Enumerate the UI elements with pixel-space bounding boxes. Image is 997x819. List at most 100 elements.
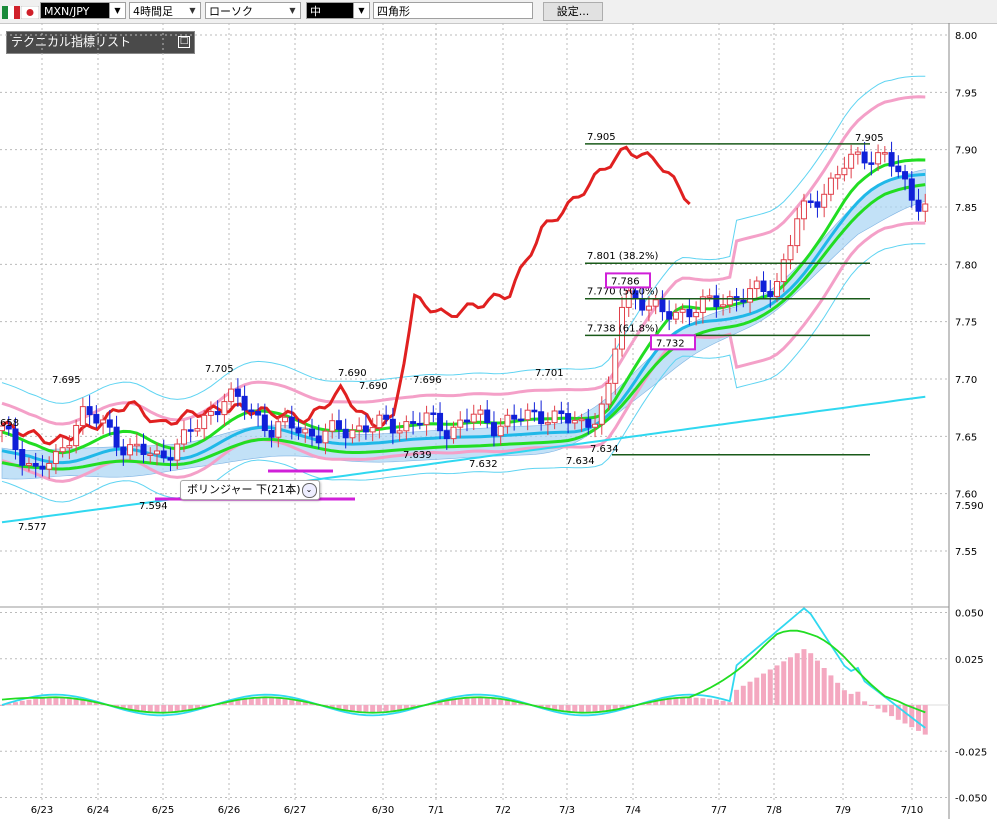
candle-body xyxy=(531,409,538,413)
candle-body xyxy=(895,165,902,173)
macd-histogram-bar xyxy=(821,668,827,705)
macd-histogram-bar xyxy=(808,653,814,705)
candle-body xyxy=(356,425,363,431)
candle-body xyxy=(100,419,107,424)
candle-body xyxy=(234,388,241,397)
macd-tick-label: 0.025 xyxy=(955,655,984,666)
macd-histogram-bar xyxy=(855,691,861,705)
price-tick-label: 7.90 xyxy=(955,146,977,157)
candle-body xyxy=(133,443,140,447)
macd-histogram-bar xyxy=(262,697,268,705)
macd-histogram-bar xyxy=(754,677,760,705)
date-tick-label: 7/8 xyxy=(766,805,782,816)
macd-histogram-bar xyxy=(275,698,281,705)
candle-body xyxy=(787,245,794,261)
candle-body xyxy=(848,153,855,169)
price-marker-label: 7.696 xyxy=(413,375,442,386)
macd-histogram-bar xyxy=(376,705,382,713)
candle-body xyxy=(295,427,302,434)
macd-histogram-bar xyxy=(781,661,787,705)
candle-body xyxy=(389,418,396,434)
candle-body xyxy=(73,424,80,447)
date-tick-label: 7/4 xyxy=(625,805,641,816)
tooltip-text: ボリンジャー 下(21本) xyxy=(187,483,301,496)
candle-body xyxy=(720,304,727,308)
candle-body xyxy=(868,162,875,165)
macd-histogram-bar xyxy=(787,657,793,705)
candle-body xyxy=(127,444,134,456)
candle-body xyxy=(774,281,780,297)
macd-histogram-bar xyxy=(835,682,841,705)
macd-histogram-bar xyxy=(477,697,483,705)
candle-body xyxy=(753,280,760,290)
macd-histogram-bar xyxy=(862,701,868,705)
macd-histogram-bar xyxy=(713,699,719,705)
macd-histogram-bar xyxy=(740,685,746,705)
candle-body xyxy=(747,288,754,303)
macd-histogram-bar xyxy=(66,698,72,705)
macd-histogram-bar xyxy=(747,681,753,705)
candle-body xyxy=(315,435,322,444)
price-tick-label: 7.60 xyxy=(955,490,977,501)
macd-histogram-bar xyxy=(592,705,598,713)
candle-body xyxy=(187,429,194,432)
candle-body xyxy=(154,450,160,455)
chevron-down-icon[interactable]: ⌄ xyxy=(301,483,317,498)
candle-body xyxy=(437,412,444,432)
candle-body xyxy=(922,203,929,212)
candle-body xyxy=(66,445,73,449)
macd-histogram-bar xyxy=(363,705,369,713)
candle-body xyxy=(544,422,551,425)
macd-histogram-bar xyxy=(464,698,470,705)
macd-tick-label: 0.050 xyxy=(955,609,984,620)
candle-body xyxy=(693,311,700,318)
price-chart[interactable]: 7.9057.801 (38.2%)7.770 (50.0%)7.738 (61… xyxy=(0,0,997,819)
candle-body xyxy=(551,410,558,424)
candle-body xyxy=(908,178,915,201)
macd-histogram-bar xyxy=(46,697,52,705)
macd-histogram-bar xyxy=(356,705,362,712)
macd-histogram-bar xyxy=(599,705,605,712)
candle-body xyxy=(814,201,821,208)
candle-body xyxy=(207,411,214,416)
candle-body xyxy=(369,427,376,433)
macd-histogram-bar xyxy=(868,705,874,706)
candle-body xyxy=(302,428,309,434)
candle-body xyxy=(268,430,275,438)
macd-histogram-bar xyxy=(141,705,147,712)
candle-body xyxy=(672,311,679,320)
macd-histogram-bar xyxy=(565,705,571,712)
macd-histogram-bar xyxy=(33,698,39,705)
candle-body xyxy=(571,419,578,424)
candle-body xyxy=(194,428,201,432)
price-marker-label: 7.594 xyxy=(139,501,168,512)
candle-body xyxy=(396,430,403,434)
macd-histogram-bar xyxy=(707,698,713,705)
macd-histogram-bar xyxy=(774,665,780,705)
macd-histogram-bar xyxy=(174,705,180,712)
macd-histogram-bar xyxy=(370,705,376,713)
candle-body xyxy=(484,409,491,424)
candle-body xyxy=(497,425,504,437)
candle-body xyxy=(605,382,612,405)
price-marker-label: 658 xyxy=(0,418,19,429)
macd-histogram-bar xyxy=(734,689,740,705)
macd-histogram-bar xyxy=(693,697,699,705)
candle-body xyxy=(342,428,349,439)
candle-body xyxy=(915,199,922,212)
candle-body xyxy=(430,412,437,415)
date-tick-label: 6/25 xyxy=(152,805,174,816)
candle-body xyxy=(490,422,497,437)
macd-histogram-bar xyxy=(801,649,807,705)
fibonacci-label: 7.801 (38.2%) xyxy=(587,251,658,262)
candle-body xyxy=(457,419,464,428)
candle-body xyxy=(180,429,187,445)
candle-body xyxy=(160,450,167,459)
date-tick-label: 6/26 xyxy=(218,805,240,816)
date-tick-label: 7/3 xyxy=(559,805,575,816)
macd-histogram-bar xyxy=(167,705,173,713)
bollinger-upper xyxy=(1,95,926,426)
price-marker-label: 7.701 xyxy=(535,368,564,379)
candle-body xyxy=(861,151,868,164)
date-tick-label: 7/9 xyxy=(835,805,851,816)
